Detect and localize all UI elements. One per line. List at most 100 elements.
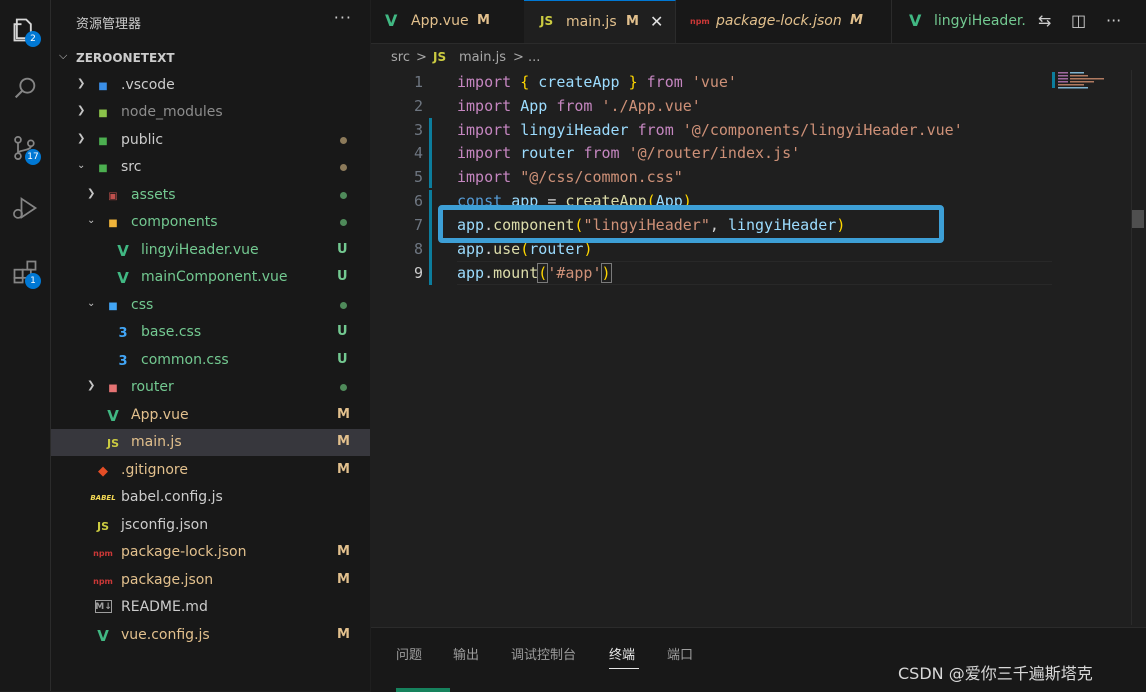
code-token: createApp <box>538 73 620 91</box>
tree-item-label: assets <box>131 187 176 203</box>
breadcrumb-folder[interactable]: src <box>391 50 410 65</box>
tree-item-label: router <box>131 379 174 395</box>
active-tab-indicator <box>609 668 639 669</box>
status-badge: M <box>337 462 350 477</box>
tree-item-base-css[interactable]: 3 base.css U <box>51 319 370 346</box>
status-dot <box>340 302 347 309</box>
terminal-status-bar <box>396 688 450 692</box>
tab-output[interactable]: 输出 <box>453 644 479 663</box>
tree-item-package-lock[interactable]: npm package-lock.json M <box>51 539 370 566</box>
tree-item-jsconfig[interactable]: JS jsconfig.json <box>51 512 370 539</box>
tree-item-gitignore[interactable]: ◆ .gitignore M <box>51 457 370 484</box>
gutter-change-marker <box>429 118 432 188</box>
breadcrumb-separator: > <box>513 50 524 65</box>
code-editor[interactable]: 1 2 3 4 5 6 7 8 9 import { createApp } f… <box>371 70 1131 625</box>
code-token: { <box>520 73 530 91</box>
tab-label: package-lock.json <box>716 13 842 29</box>
tree-item-assets[interactable]: ❯ ▣ assets <box>51 182 370 209</box>
code-token: ) <box>600 263 612 283</box>
tree-item-components[interactable]: ⌄ ■ components <box>51 209 370 236</box>
tab-problems[interactable]: 问题 <box>396 644 422 663</box>
tree-item-main-js[interactable]: JS main.js M <box>51 429 370 456</box>
tree-item-readme[interactable]: M↓ README.md <box>51 594 370 621</box>
tab-ports[interactable]: 端口 <box>667 644 693 663</box>
breadcrumb: src > JS main.js > ... <box>371 45 1146 69</box>
tab-label: main.js <box>566 14 617 30</box>
code-token: App <box>520 97 548 115</box>
search-button[interactable] <box>0 64 50 112</box>
tree-item-router[interactable]: ❯ ■ router <box>51 374 370 401</box>
line-number: 3 <box>413 121 423 139</box>
tree-item-label: base.css <box>141 324 202 340</box>
tree-item-app-vue[interactable]: V App.vue M <box>51 402 370 429</box>
chevron-right-icon: ❯ <box>77 78 86 89</box>
breadcrumb-more[interactable]: ... <box>528 50 540 65</box>
chevron-right-icon: ❯ <box>87 380 96 391</box>
npm-file-icon: npm <box>93 548 113 558</box>
tree-item-babel-config[interactable]: BABEL babel.config.js <box>51 484 370 511</box>
vue-file-icon: V <box>107 407 119 425</box>
git-file-icon: ◆ <box>98 463 108 479</box>
status-badge: M <box>337 627 350 642</box>
tree-item-vscode[interactable]: ❯ ■ .vscode <box>51 72 370 99</box>
js-file-icon: JS <box>540 14 554 28</box>
chevron-down-icon: ⌄ <box>77 160 86 171</box>
babel-file-icon: BABEL <box>90 494 116 502</box>
tree-item-public[interactable]: ❯ ■ public <box>51 127 370 154</box>
code-token: '@/components/lingyiHeader.vue' <box>682 121 963 139</box>
tab-lingyiheader[interactable]: V lingyiHeader. <box>891 0 1031 43</box>
vue-file-icon: V <box>909 11 922 30</box>
code-token: from <box>646 73 683 91</box>
extensions-button[interactable]: 1 <box>0 248 50 296</box>
status-dot <box>340 137 347 144</box>
code-token: import <box>457 144 512 162</box>
gutter-change-marker <box>429 190 432 285</box>
close-icon[interactable]: ✕ <box>650 12 663 31</box>
run-debug-button[interactable] <box>0 184 50 232</box>
vertical-scrollbar[interactable] <box>1131 70 1146 625</box>
code-token: from <box>556 97 593 115</box>
folder-src-icon: ■ <box>98 162 108 174</box>
tab-app-vue[interactable]: V App.vue M <box>371 0 525 43</box>
split-editor-icon[interactable]: ◫ <box>1071 11 1086 30</box>
folder-assets-icon: ▣ <box>108 190 118 202</box>
tab-label: lingyiHeader. <box>934 13 1026 29</box>
line-number: 9 <box>413 264 423 282</box>
code-token: router <box>520 144 575 162</box>
tree-item-label: lingyiHeader.vue <box>141 242 259 258</box>
tree-item-css[interactable]: ⌄ ■ css <box>51 292 370 319</box>
breadcrumb-file[interactable]: main.js <box>459 50 506 65</box>
folder-vscode-icon: ■ <box>98 80 108 92</box>
npm-file-icon: npm <box>93 576 113 586</box>
source-control-button[interactable]: 17 <box>0 124 50 172</box>
more-actions-icon[interactable]: ··· <box>1106 11 1121 30</box>
compare-changes-icon[interactable]: ⇆ <box>1038 11 1051 30</box>
status-badge: U <box>337 269 348 284</box>
tree-item-node-modules[interactable]: ❯ ■ node_modules <box>51 99 370 126</box>
tree-item-vue-config[interactable]: V vue.config.js M <box>51 622 370 649</box>
status-badge: M <box>337 572 350 587</box>
workspace-folder-header[interactable]: ⌵ ZEROONETEXT <box>51 45 370 71</box>
tree-item-package-json[interactable]: npm package.json M <box>51 567 370 594</box>
minimap[interactable] <box>1052 70 1132 100</box>
tree-item-common-css[interactable]: 3 common.css U <box>51 347 370 374</box>
line-number: 6 <box>413 192 423 210</box>
code-token: import <box>457 168 512 186</box>
line-number: 1 <box>413 73 423 91</box>
scrollbar-thumb[interactable] <box>1132 210 1144 228</box>
tree-item-label: common.css <box>141 352 229 368</box>
tree-item-maincomponent-vue[interactable]: V mainComponent.vue U <box>51 264 370 291</box>
tree-item-label: App.vue <box>131 407 189 423</box>
code-token: "@/css/common.css" <box>520 168 683 186</box>
tab-terminal[interactable]: 终端 <box>609 644 635 663</box>
tab-main-js[interactable]: JS main.js M ✕ <box>524 0 676 43</box>
tab-modified-badge: M <box>626 14 639 29</box>
tab-package-lock[interactable]: npm package-lock.json M <box>676 0 892 43</box>
more-actions-icon[interactable]: ··· <box>334 8 352 27</box>
tree-item-src[interactable]: ⌄ ■ src <box>51 154 370 181</box>
tab-debug-console[interactable]: 调试控制台 <box>511 644 576 663</box>
code-line-4: import router from '@/router/index.js' <box>457 144 800 162</box>
tree-item-label: public <box>121 132 164 148</box>
explorer-button[interactable]: 2 <box>0 6 50 54</box>
tree-item-lingyiheader-vue[interactable]: V lingyiHeader.vue U <box>51 237 370 264</box>
